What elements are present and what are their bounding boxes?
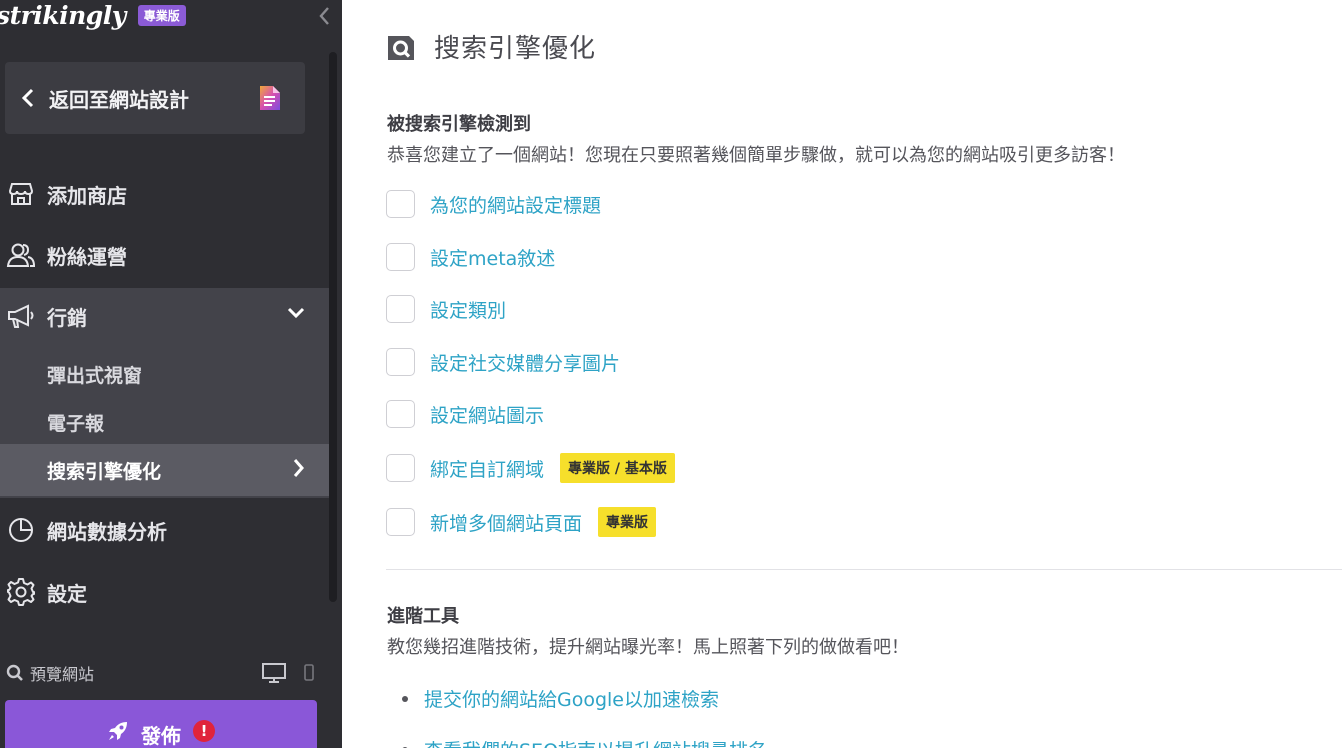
sidebar-subitem-label: 電子報 — [47, 412, 105, 435]
advanced-link[interactable]: 提交你的網站給Google以加速檢索 — [424, 685, 719, 712]
checkbox[interactable] — [386, 400, 415, 428]
sidebar-subitem-newsletter[interactable]: 電子報 — [0, 398, 329, 446]
checklist-item: 設定網站圖示 — [386, 399, 544, 429]
checklist-item: 設定類別 — [386, 294, 506, 324]
sidebar: strikingly 專業版 返回至網站設計 添加商店 粉絲運營 行銷 彈出式視… — [0, 0, 342, 748]
device-toggle — [261, 662, 315, 688]
preview-label: 預覽網站 — [30, 665, 95, 684]
checklist-item: 設定社交媒體分享圖片 — [386, 347, 620, 377]
advanced-link[interactable]: 查看我們的SEO指南以提升網站搜尋排名 — [424, 736, 767, 748]
checkbox[interactable] — [386, 508, 415, 536]
page-title: 搜索引擎優化 — [434, 34, 597, 64]
chevron-right-icon — [293, 458, 305, 482]
checkbox[interactable] — [386, 348, 415, 376]
list-item: 提交你的網站給Google以加速檢索 — [402, 685, 719, 712]
sidebar-item-analytics[interactable]: 網站數據分析 — [0, 503, 329, 557]
checklist-link[interactable]: 設定網站圖示 — [430, 401, 544, 428]
logo[interactable]: strikingly 專業版 — [0, 0, 186, 30]
checklist-item: 設定meta敘述 — [386, 242, 555, 272]
sidebar-subitem-popup[interactable]: 彈出式視窗 — [0, 350, 329, 398]
logo-text: strikingly — [0, 0, 126, 30]
checklist-item: 綁定自訂網域 專業版 / 基本版 — [386, 453, 675, 483]
checkbox[interactable] — [386, 295, 415, 323]
checklist-link[interactable]: 設定社交媒體分享圖片 — [430, 349, 620, 376]
checkbox[interactable] — [386, 190, 415, 218]
back-to-design-button[interactable]: 返回至網站設計 — [5, 62, 305, 134]
checkbox[interactable] — [386, 243, 415, 271]
checklist-link[interactable]: 設定meta敘述 — [430, 244, 555, 271]
list-item: 查看我們的SEO指南以提升網站搜尋排名 — [402, 736, 767, 748]
collapse-sidebar-icon[interactable] — [318, 6, 330, 31]
pie-chart-icon — [2, 515, 40, 545]
document-icon — [259, 85, 281, 115]
megaphone-icon — [2, 301, 40, 331]
checklist-link[interactable]: 設定類別 — [430, 296, 506, 323]
sidebar-subitem-label: 搜索引擎優化 — [47, 460, 162, 483]
checkbox[interactable] — [386, 454, 415, 482]
plan-badge: 專業版 — [137, 4, 186, 26]
sidebar-item-fans[interactable]: 粉絲運營 — [0, 228, 329, 282]
sidebar-subitem-seo[interactable]: 搜索引擎優化 — [0, 444, 329, 496]
chevron-down-icon — [287, 304, 305, 323]
search-icon — [6, 664, 24, 682]
plan-badge: 專業版 / 基本版 — [560, 453, 675, 483]
sidebar-item-store[interactable]: 添加商店 — [0, 167, 329, 221]
sidebar-item-label: 設定 — [47, 581, 87, 606]
sidebar-item-settings[interactable]: 設定 — [0, 565, 329, 619]
marketing-submenu: 彈出式視窗 電子報 搜索引擎優化 — [0, 344, 329, 498]
back-label: 返回至網站設計 — [49, 87, 189, 112]
desktop-icon[interactable] — [261, 662, 287, 688]
plan-badge: 專業版 — [598, 507, 657, 537]
checklist-link[interactable]: 為您的網站設定標題 — [430, 191, 601, 218]
sidebar-item-label: 網站數據分析 — [47, 519, 167, 544]
checklist-link[interactable]: 新增多個網站頁面 — [430, 509, 582, 536]
sidebar-item-label: 粉絲運營 — [47, 244, 127, 269]
sidebar-item-marketing[interactable]: 行銷 — [0, 288, 329, 344]
sidebar-item-label: 添加商店 — [47, 183, 127, 208]
mobile-icon[interactable] — [303, 664, 315, 686]
section-desc-detected: 恭喜您建立了一個網站！您現在只要照著幾個簡單步驟做，就可以為您的網站吸引更多訪客… — [387, 145, 1125, 166]
checklist-link[interactable]: 綁定自訂網域 — [430, 455, 544, 482]
section-title-detected: 被搜索引擎檢測到 — [387, 114, 531, 135]
sidebar-item-label: 行銷 — [47, 305, 87, 330]
sidebar-scrollbar[interactable] — [329, 52, 337, 602]
divider — [386, 569, 1342, 570]
rocket-icon — [107, 720, 129, 742]
bullet — [402, 695, 408, 702]
gear-icon — [2, 577, 40, 607]
alert-icon: ! — [193, 720, 215, 742]
checklist-item: 為您的網站設定標題 — [386, 189, 601, 219]
checklist-item: 新增多個網站頁面 專業版 — [386, 507, 657, 537]
sidebar-subitem-label: 彈出式視窗 — [47, 364, 143, 387]
main-content: 搜索引擎優化 被搜索引擎檢測到 恭喜您建立了一個網站！您現在只要照著幾個簡單步驟… — [342, 0, 1342, 748]
store-icon — [2, 179, 40, 209]
users-icon — [2, 240, 40, 270]
publish-button[interactable]: 發佈 ! — [5, 700, 317, 748]
preview-site-link[interactable]: 預覽網站 — [0, 656, 329, 690]
publish-label: 發佈 — [141, 724, 181, 748]
page-header: 搜索引擎優化 — [386, 28, 596, 65]
chevron-left-icon — [21, 87, 43, 109]
seo-search-icon — [386, 32, 416, 62]
section-desc-advanced: 教您幾招進階技術，提升網站曝光率！馬上照著下列的做做看吧！ — [387, 637, 909, 658]
section-title-advanced: 進階工具 — [387, 606, 459, 627]
